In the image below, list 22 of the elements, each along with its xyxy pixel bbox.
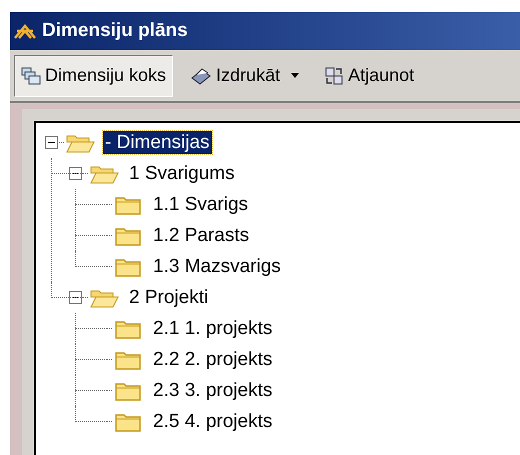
collapse-toggle[interactable] <box>69 167 82 180</box>
toolbar-button[interactable]: Dimensiju koks <box>14 54 174 96</box>
tree-item[interactable]: 1.2 Parasts <box>151 224 252 247</box>
tree-item[interactable]: 2.2 2. projekts <box>151 348 274 371</box>
tree-item[interactable]: - Dimensijas <box>103 131 212 154</box>
tree-item[interactable]: 1 Svarigums <box>127 162 237 185</box>
collapse-toggle[interactable] <box>45 136 58 149</box>
app-logo-icon <box>14 23 36 39</box>
printer-icon <box>190 66 212 84</box>
toolbar-button[interactable]: Atjaunot <box>317 54 422 96</box>
tree-item[interactable]: 2 Projekti <box>127 286 210 309</box>
tree-item[interactable]: 1.3 Mazsvarigs <box>151 255 283 278</box>
tree-item[interactable]: 2.5 4. projekts <box>151 410 274 433</box>
windows-stack-icon <box>21 66 41 84</box>
caret-icon <box>290 72 300 78</box>
toolbar-button[interactable]: Izdrukāt <box>183 54 308 96</box>
window-title: Dimensiju plāns <box>42 18 188 43</box>
tree-item[interactable]: 2.3 3. projekts <box>151 379 274 402</box>
refresh-icon <box>324 66 344 86</box>
tree-item[interactable]: 2.1 1. projekts <box>151 317 274 340</box>
tree-item[interactable]: 1.1 Svarigs <box>151 193 250 216</box>
collapse-toggle[interactable] <box>69 291 82 304</box>
